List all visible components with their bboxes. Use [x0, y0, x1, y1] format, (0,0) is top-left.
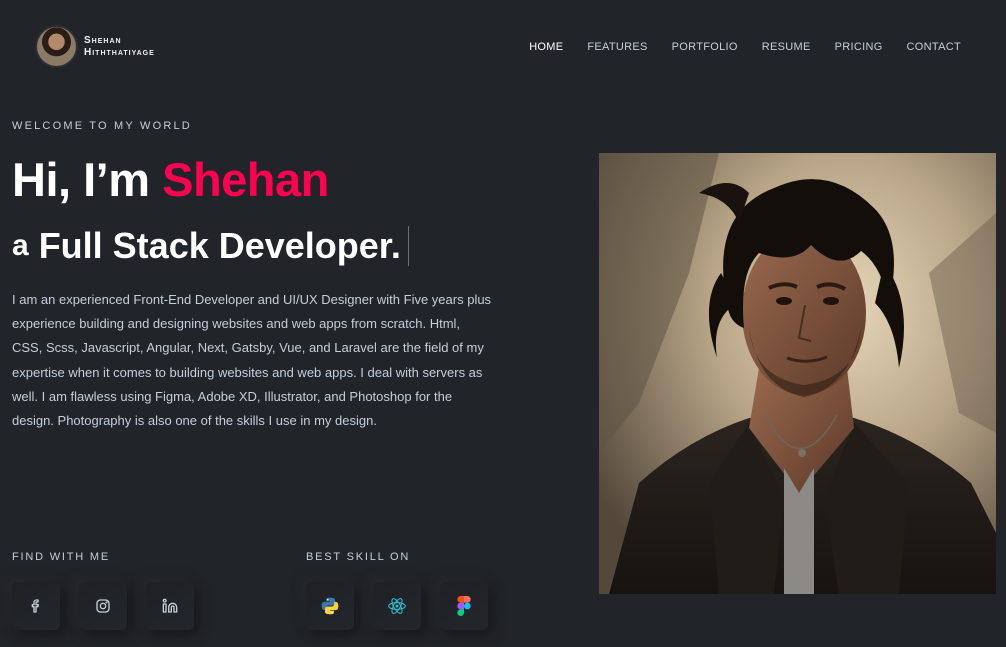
- best-skill-label: BEST SKILL ON: [306, 551, 411, 563]
- role-prefix: a: [12, 229, 29, 262]
- intro-paragraph: I am an experienced Front-End Developer …: [12, 292, 492, 429]
- hero-portrait-image: [599, 153, 996, 594]
- figma-icon: [457, 596, 471, 616]
- python-icon: [321, 597, 339, 615]
- facebook-icon: [31, 599, 39, 613]
- social-links: [12, 582, 194, 630]
- page: Shehan Hiththatiyage HOME FEATURES PORTF…: [0, 0, 1006, 647]
- figma-skill[interactable]: [440, 582, 488, 630]
- typing-cursor: [407, 226, 409, 266]
- react-skill[interactable]: [373, 582, 421, 630]
- role-text: Full Stack Developer.: [38, 225, 401, 266]
- brand-name: Shehan Hiththatiyage: [84, 35, 155, 59]
- avatar: [37, 27, 76, 66]
- brand-name-last: Hiththatiyage: [84, 46, 155, 58]
- nav-pricing[interactable]: PRICING: [835, 40, 883, 54]
- instagram-icon: [96, 599, 110, 613]
- nav-portfolio[interactable]: PORTFOLIO: [672, 40, 738, 54]
- python-skill[interactable]: [306, 582, 354, 630]
- instagram-button[interactable]: [79, 582, 127, 630]
- welcome-text: WELCOME TO MY WORLD: [12, 120, 192, 132]
- brand-name-first: Shehan: [84, 34, 122, 46]
- facebook-button[interactable]: [12, 582, 60, 630]
- main-nav: HOME FEATURES PORTFOLIO RESUME PRICING C…: [505, 40, 961, 54]
- portrait-illustration: [599, 153, 996, 594]
- hero-greeting: Hi, I’m Shehan: [12, 152, 329, 208]
- nav-contact[interactable]: CONTACT: [907, 40, 961, 54]
- nav-features[interactable]: FEATURES: [587, 40, 647, 54]
- linkedin-button[interactable]: [146, 582, 194, 630]
- react-icon: [388, 598, 406, 614]
- skill-icons: [306, 582, 488, 630]
- nav-home[interactable]: HOME: [529, 40, 563, 54]
- hero-name: Shehan: [162, 153, 329, 206]
- brand[interactable]: Shehan Hiththatiyage: [37, 27, 155, 66]
- linkedin-icon: [162, 598, 178, 613]
- hero-role: a Full Stack Developer.: [12, 222, 409, 270]
- greeting-text: Hi, I’m: [12, 153, 163, 206]
- site-header: Shehan Hiththatiyage HOME FEATURES PORTF…: [0, 0, 1006, 92]
- find-with-me-label: FIND WITH ME: [12, 551, 110, 563]
- nav-resume[interactable]: RESUME: [762, 40, 811, 54]
